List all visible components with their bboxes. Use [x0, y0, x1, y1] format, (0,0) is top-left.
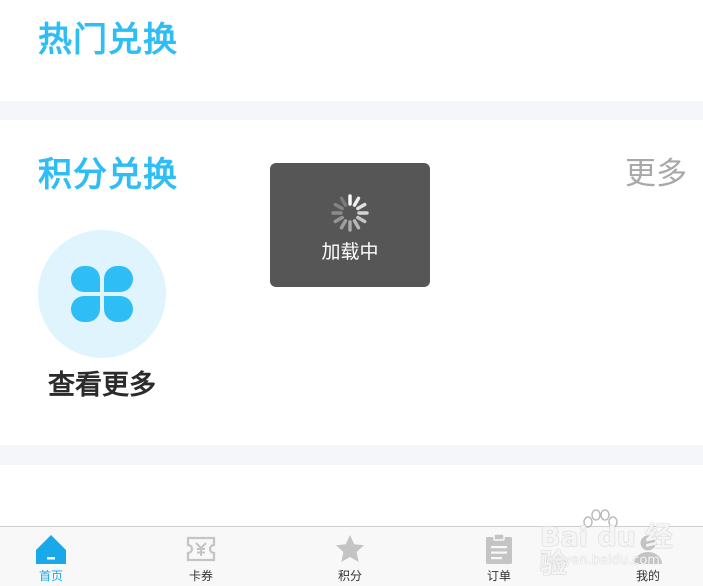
- loading-spinner-icon: [331, 194, 369, 232]
- tab-points[interactable]: 积分: [280, 527, 420, 586]
- tab-home[interactable]: 首页: [0, 527, 121, 586]
- more-link[interactable]: 更多: [625, 159, 687, 190]
- clover-grid-icon: [71, 266, 133, 322]
- see-more-tile[interactable]: 查看更多: [38, 230, 168, 399]
- hot-exchange-title: 热门兑换: [38, 20, 178, 60]
- loading-toast: 加载中: [270, 163, 430, 287]
- tab-label-home: 首页: [38, 569, 63, 583]
- tab-label-coupons: 卡券: [188, 569, 213, 583]
- points-exchange-title: 积分兑换: [38, 155, 178, 195]
- watermark-text: Bai du 经验: [540, 522, 673, 580]
- loading-text: 加载中: [321, 241, 379, 263]
- see-more-label: 查看更多: [48, 370, 156, 401]
- star-icon: [336, 535, 364, 562]
- home-icon: [36, 535, 66, 564]
- baidu-jingyan-watermark: Bai du 经验 jingyan.baidu.com: [536, 508, 696, 578]
- see-more-circle: [38, 230, 166, 358]
- clipboard-icon: [486, 533, 512, 564]
- watermark-url: jingyan.baidu.com: [540, 553, 660, 568]
- coupon-icon: [186, 536, 216, 562]
- tab-label-points: 积分: [337, 569, 362, 583]
- hot-exchange-section: 热门兑换: [0, 0, 703, 101]
- tab-coupons[interactable]: 卡券: [131, 527, 271, 586]
